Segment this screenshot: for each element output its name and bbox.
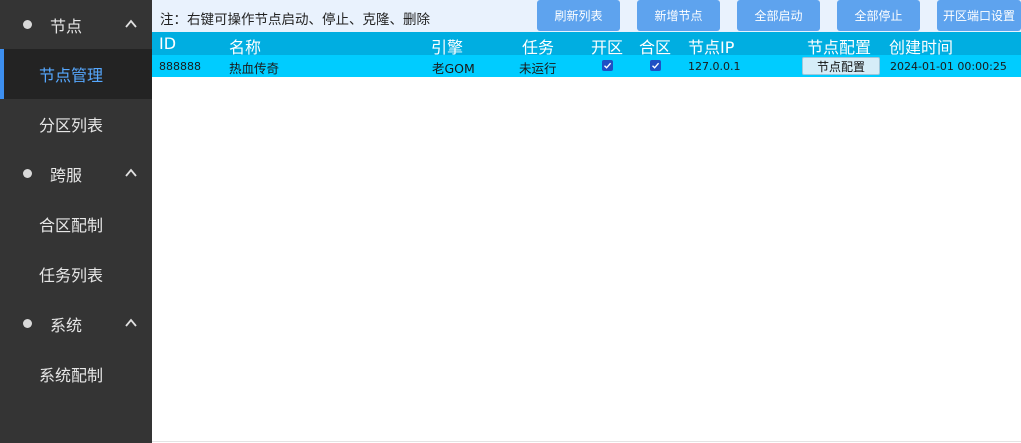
sidebar-item-merge-config[interactable]: 合区配制	[0, 199, 152, 249]
sidebar-group-label: 系统	[50, 316, 83, 335]
node-table: ID 名称 引擎 任务 开区 合区 节点IP 节点配置 创建时间 888888 …	[152, 32, 1021, 77]
sidebar-item-system-config[interactable]: 系统配制	[0, 349, 152, 399]
cell-created-time: 2024-01-01 00:00:25	[890, 60, 1007, 73]
sidebar-group-label: 节点	[50, 17, 83, 36]
toolbar: 注：右键可操作节点启动、停止、克隆、删除 刷新列表 新增节点 全部启动 全部停止…	[152, 0, 1021, 32]
bullet-icon	[23, 319, 32, 328]
sidebar-group-system[interactable]: 系统	[0, 299, 152, 349]
refresh-list-button[interactable]: 刷新列表	[537, 0, 620, 31]
chevron-up-icon[interactable]	[124, 17, 138, 31]
sidebar-item-node-management[interactable]: 节点管理	[0, 49, 152, 99]
sidebar-item-label: 任务列表	[39, 266, 104, 285]
cell-id: 888888	[159, 60, 201, 73]
chevron-up-icon[interactable]	[124, 316, 138, 330]
sidebar-item-label: 节点管理	[39, 66, 104, 85]
cell-ip: 127.0.0.1	[688, 60, 741, 73]
open-zone-checkbox[interactable]	[602, 60, 613, 71]
sidebar-group-cross-server[interactable]: 跨服	[0, 149, 152, 199]
cell-task: 未运行	[519, 61, 557, 76]
table-row[interactable]: 888888 热血传奇 老GOM 未运行 127.0.0.1 节点配置 2024…	[152, 55, 1021, 77]
active-indicator	[0, 49, 4, 99]
port-settings-button[interactable]: 开区端口设置	[937, 0, 1021, 31]
sidebar-item-label: 系统配制	[39, 366, 104, 385]
column-header-id: ID	[159, 34, 177, 53]
notice-text: 注：右键可操作节点启动、停止、克隆、删除	[160, 12, 430, 28]
add-node-button[interactable]: 新增节点	[637, 0, 720, 31]
stop-all-button[interactable]: 全部停止	[837, 0, 920, 31]
divider	[152, 441, 1021, 442]
checkmark-icon	[604, 62, 612, 69]
sidebar-group-node[interactable]: 节点	[0, 0, 152, 50]
checkmark-icon	[652, 62, 660, 69]
bullet-icon	[23, 169, 32, 178]
bullet-icon	[23, 20, 32, 29]
merge-zone-checkbox[interactable]	[650, 60, 661, 71]
cell-engine: 老GOM	[432, 61, 475, 76]
node-config-button[interactable]: 节点配置	[802, 57, 880, 75]
sidebar: 节点 节点管理 分区列表 跨服 合区配制 任务列表 系统 系统配制	[0, 0, 152, 443]
sidebar-item-task-list[interactable]: 任务列表	[0, 249, 152, 299]
sidebar-item-label: 分区列表	[39, 116, 104, 135]
sidebar-item-zone-list[interactable]: 分区列表	[0, 99, 152, 149]
table-header: ID 名称 引擎 任务 开区 合区 节点IP 节点配置 创建时间	[152, 32, 1021, 57]
sidebar-group-label: 跨服	[50, 166, 83, 185]
chevron-up-icon[interactable]	[124, 166, 138, 180]
cell-name: 热血传奇	[229, 61, 280, 76]
start-all-button[interactable]: 全部启动	[737, 0, 820, 31]
sidebar-item-label: 合区配制	[39, 216, 104, 235]
